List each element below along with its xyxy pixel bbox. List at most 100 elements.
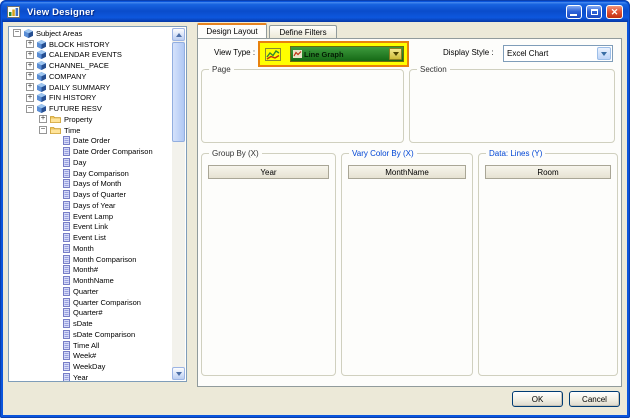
column-icon	[63, 190, 70, 199]
column-icon	[63, 341, 70, 350]
column-icon	[63, 201, 70, 210]
tree-item[interactable]: + CHANNEL_PACE	[10, 60, 172, 71]
tree-item[interactable]: +CALENDAR EVENTS	[10, 50, 172, 61]
tree-item[interactable]: Month#	[10, 265, 172, 276]
tree-item[interactable]: Quarter	[10, 286, 172, 297]
column-icon	[63, 136, 70, 145]
column-icon	[63, 373, 70, 381]
tree-item[interactable]: Event Lamp	[10, 211, 172, 222]
expand-icon[interactable]: +	[26, 94, 34, 102]
tree-item[interactable]: +BLOCK HISTORY	[10, 39, 172, 50]
expand-icon[interactable]: +	[26, 72, 34, 80]
tree-item[interactable]: + DAILY SUMMARY	[10, 82, 172, 93]
tree-item-label: Property	[64, 115, 92, 124]
collapse-icon[interactable]: −	[26, 105, 34, 113]
scroll-thumb[interactable]	[172, 42, 185, 142]
tree-item-label: Year	[73, 373, 88, 381]
tree-item[interactable]: Month	[10, 243, 172, 254]
column-icon	[63, 158, 70, 167]
tree-item-label: Event Lamp	[73, 212, 113, 221]
collapse-icon[interactable]: −	[13, 29, 21, 37]
tree-item[interactable]: Date Order Comparison	[10, 146, 172, 157]
view-type-dropdown-button[interactable]	[389, 48, 402, 60]
vary-color-by-dropzone[interactable]: Vary Color By (X) MonthName	[341, 153, 473, 376]
tree-item[interactable]: Event List	[10, 232, 172, 243]
tree-item[interactable]: +FIN HISTORY	[10, 93, 172, 104]
tree-item[interactable]: + COMPANY	[10, 71, 172, 82]
tree-item-label: CHANNEL_PACE	[49, 61, 109, 70]
tree-item[interactable]: − Time	[10, 125, 172, 136]
tree-item[interactable]: + Property	[10, 114, 172, 125]
cube-icon	[37, 93, 46, 102]
line-graph-mini-icon	[293, 50, 302, 58]
tree-item[interactable]: Week#	[10, 351, 172, 362]
tree-item[interactable]: Days of Quarter	[10, 189, 172, 200]
tree-item-label: Subject Areas	[36, 29, 82, 38]
tree-item[interactable]: MonthName	[10, 275, 172, 286]
display-style-value: Excel Chart	[504, 49, 597, 58]
tab-design-layout[interactable]: Design Layout	[197, 23, 267, 38]
tree-item-label: Week#	[73, 351, 96, 360]
tree-item[interactable]: Date Order	[10, 136, 172, 147]
tree-item-label: Quarter Comparison	[73, 298, 141, 307]
tree-item[interactable]: sDate	[10, 318, 172, 329]
view-type-combobox[interactable]: Line Graph	[290, 46, 404, 62]
tree-item[interactable]: sDate Comparison	[10, 329, 172, 340]
subject-areas-tree[interactable]: − Subject Areas+BLOCK HISTORY+CALENDAR EV…	[8, 26, 187, 382]
cube-icon	[37, 40, 46, 49]
tree-item[interactable]: WeekDay	[10, 361, 172, 372]
view-designer-dialog: View Designer ✕ − Subject Areas+BLOCK HIS…	[0, 0, 630, 418]
tree-item[interactable]: Days of Year	[10, 200, 172, 211]
tree-item[interactable]: Quarter#	[10, 308, 172, 319]
minimize-button[interactable]	[566, 5, 582, 19]
title-bar[interactable]: View Designer ✕	[2, 2, 628, 22]
section-dropzone[interactable]: Section	[409, 69, 615, 143]
scroll-down-button[interactable]	[172, 367, 185, 380]
column-icon	[63, 244, 70, 253]
page-label: Page	[209, 65, 234, 75]
view-type-label: View Type :	[214, 48, 255, 57]
tab-define-filters[interactable]: Define Filters	[269, 25, 337, 38]
data-lines-dropzone[interactable]: Data: Lines (Y) Room	[478, 153, 618, 376]
tree-item[interactable]: Time All	[10, 340, 172, 351]
view-type-highlight: Line Graph	[258, 41, 409, 67]
tree-item[interactable]: Day Comparison	[10, 168, 172, 179]
tree-item[interactable]: Month Comparison	[10, 254, 172, 265]
column-icon	[63, 298, 70, 307]
tree-item-label: FUTURE RESV	[49, 104, 102, 113]
tree-item-label: Month	[73, 244, 94, 253]
chevron-down-icon	[393, 52, 399, 56]
tree-item-label: COMPANY	[49, 72, 86, 81]
display-style-dropdown-button[interactable]	[597, 47, 611, 60]
expand-icon[interactable]: +	[26, 83, 34, 91]
tree-item[interactable]: Days of Month	[10, 179, 172, 190]
expand-icon[interactable]: +	[26, 51, 34, 59]
expand-icon[interactable]: +	[26, 62, 34, 70]
field-monthname-button[interactable]: MonthName	[348, 165, 466, 179]
column-icon	[63, 169, 70, 178]
tree-item[interactable]: − FUTURE RESV	[10, 103, 172, 114]
tree-item[interactable]: Day	[10, 157, 172, 168]
tree-scrollbar[interactable]	[172, 28, 185, 380]
cancel-button[interactable]: Cancel	[569, 391, 620, 407]
window-title: View Designer	[27, 7, 562, 18]
ok-button[interactable]: OK	[512, 391, 563, 407]
tree-item[interactable]: Quarter Comparison	[10, 297, 172, 308]
collapse-icon[interactable]: −	[39, 126, 47, 134]
tree-item[interactable]: Year	[10, 372, 172, 381]
page-dropzone[interactable]: Page	[201, 69, 404, 143]
field-room-button[interactable]: Room	[485, 165, 611, 179]
cube-icon	[37, 61, 46, 70]
tree-item-label: Time	[64, 126, 80, 135]
expand-icon[interactable]: +	[39, 115, 47, 123]
field-year-button[interactable]: Year	[208, 165, 329, 179]
tree-item[interactable]: − Subject Areas	[10, 28, 172, 39]
display-style-combobox[interactable]: Excel Chart	[503, 45, 613, 62]
expand-icon[interactable]: +	[26, 40, 34, 48]
scroll-up-button[interactable]	[172, 28, 185, 41]
group-by-dropzone[interactable]: Group By (X) Year	[201, 153, 336, 376]
close-button[interactable]: ✕	[606, 5, 623, 19]
tree-item[interactable]: Event Link	[10, 222, 172, 233]
tree-item-label: DAILY SUMMARY	[49, 83, 110, 92]
maximize-button[interactable]	[586, 5, 602, 19]
